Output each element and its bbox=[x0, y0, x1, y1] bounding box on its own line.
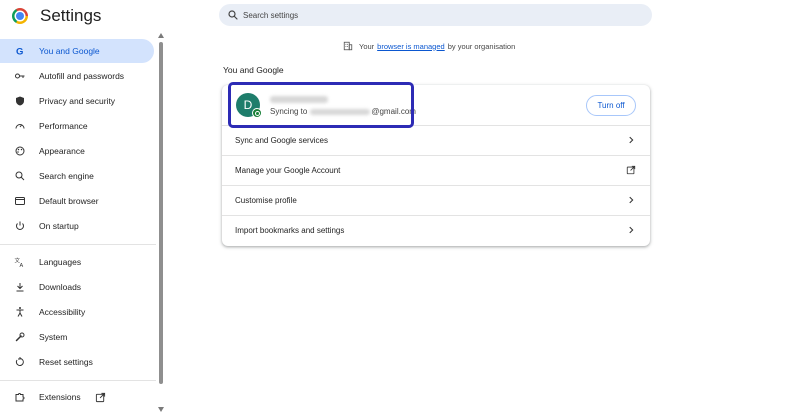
row-import-bookmarks[interactable]: Import bookmarks and settings bbox=[222, 215, 650, 245]
account-row: D Syncing to @gmail.com Turn off bbox=[222, 85, 650, 125]
row-sync-google-services[interactable]: Sync and Google services bbox=[222, 125, 650, 155]
row-manage-google-account[interactable]: Manage your Google Account bbox=[222, 155, 650, 185]
sidebar-item-label: Autofill and passwords bbox=[39, 71, 125, 81]
row-label: Customise profile bbox=[235, 196, 297, 205]
managed-notice: Your browser is managed by your organisa… bbox=[343, 41, 515, 51]
sync-prefix: Syncing to bbox=[270, 107, 308, 116]
sidebar-item-label: Accessibility bbox=[39, 307, 86, 317]
sidebar-item-label: Performance bbox=[39, 121, 88, 131]
row-customise-profile[interactable]: Customise profile bbox=[222, 185, 650, 215]
sidebar-item-default-browser[interactable]: Default browser bbox=[0, 189, 156, 213]
section-title: You and Google bbox=[223, 65, 284, 75]
browser-managed-link[interactable]: browser is managed bbox=[377, 42, 445, 51]
sidebar-item-on-startup[interactable]: On startup bbox=[0, 214, 156, 238]
sidebar-item-extensions[interactable]: Extensions bbox=[0, 385, 156, 409]
scroll-down-arrow-icon[interactable] bbox=[158, 407, 164, 412]
search-bar[interactable] bbox=[219, 4, 652, 26]
sync-badge-icon bbox=[252, 108, 262, 118]
row-label: Sync and Google services bbox=[235, 136, 328, 145]
sidebar-item-downloads[interactable]: Downloads bbox=[0, 275, 156, 299]
chrome-logo-icon bbox=[12, 8, 28, 24]
turn-off-button[interactable]: Turn off bbox=[586, 95, 636, 116]
managed-suffix: by your organisation bbox=[447, 41, 516, 51]
svg-text:G: G bbox=[16, 47, 23, 58]
chevron-right-icon bbox=[626, 195, 636, 205]
svg-text:A: A bbox=[20, 263, 24, 268]
wrench-icon bbox=[14, 331, 26, 343]
sidebar-item-label: On startup bbox=[39, 221, 79, 231]
download-icon bbox=[14, 281, 26, 293]
email-redacted bbox=[310, 108, 371, 115]
you-and-google-card: D Syncing to @gmail.com Turn off Sync an… bbox=[222, 85, 650, 246]
sidebar-item-label: System bbox=[39, 332, 68, 342]
search-icon bbox=[228, 10, 238, 20]
shield-icon bbox=[14, 95, 26, 107]
sidebar-item-search-engine[interactable]: Search engine bbox=[0, 164, 156, 188]
power-icon bbox=[14, 220, 26, 232]
chevron-right-icon bbox=[626, 135, 636, 145]
sidebar-item-label: You and Google bbox=[39, 46, 100, 56]
puzzle-icon bbox=[14, 391, 26, 403]
palette-icon bbox=[14, 145, 26, 157]
row-label: Manage your Google Account bbox=[235, 166, 341, 175]
search-icon bbox=[14, 170, 26, 182]
sync-status: Syncing to @gmail.com bbox=[270, 107, 416, 116]
accessibility-icon bbox=[14, 306, 26, 318]
external-link-icon bbox=[626, 165, 636, 175]
sidebar-item-autofill[interactable]: Autofill and passwords bbox=[0, 64, 156, 88]
scrollbar-thumb[interactable] bbox=[159, 42, 163, 384]
sidebar-item-performance[interactable]: Performance bbox=[0, 114, 156, 138]
sidebar-item-label: Extensions bbox=[39, 392, 81, 402]
sidebar-item-languages[interactable]: 文A Languages bbox=[0, 250, 156, 274]
translate-icon: 文A bbox=[14, 256, 26, 269]
sidebar-item-label: Search engine bbox=[39, 171, 94, 181]
sidebar: G You and Google Autofill and passwords … bbox=[0, 38, 156, 414]
search-input[interactable] bbox=[243, 10, 623, 20]
key-icon bbox=[14, 70, 26, 82]
sidebar-item-label: Appearance bbox=[39, 146, 85, 156]
sidebar-item-appearance[interactable]: Appearance bbox=[0, 139, 156, 163]
sidebar-divider bbox=[0, 244, 156, 245]
sidebar-item-privacy[interactable]: Privacy and security bbox=[0, 89, 156, 113]
scroll-up-arrow-icon[interactable] bbox=[158, 33, 164, 38]
browser-window-icon bbox=[14, 195, 26, 207]
speedometer-icon bbox=[14, 120, 26, 132]
external-link-icon bbox=[95, 392, 106, 403]
sidebar-divider bbox=[0, 380, 156, 381]
sidebar-item-label: Languages bbox=[39, 257, 82, 267]
sidebar-item-label: Reset settings bbox=[39, 357, 93, 367]
sidebar-item-label: Downloads bbox=[39, 282, 82, 292]
sidebar-item-label: Privacy and security bbox=[39, 96, 116, 106]
sidebar-item-accessibility[interactable]: Accessibility bbox=[0, 300, 156, 324]
sidebar-item-system[interactable]: System bbox=[0, 325, 156, 349]
sidebar-item-label: Default browser bbox=[39, 196, 99, 206]
page-title: Settings bbox=[40, 6, 102, 25]
building-icon bbox=[343, 41, 353, 51]
email-domain: @gmail.com bbox=[371, 107, 416, 116]
reset-icon bbox=[14, 356, 26, 368]
sidebar-scrollbar[interactable] bbox=[157, 32, 165, 414]
account-name-redacted bbox=[270, 96, 328, 103]
managed-prefix: Your bbox=[359, 41, 375, 51]
google-g-icon: G bbox=[14, 45, 26, 58]
sidebar-item-you-and-google[interactable]: G You and Google bbox=[0, 39, 154, 63]
chevron-right-icon bbox=[626, 225, 636, 235]
row-label: Import bookmarks and settings bbox=[235, 226, 345, 235]
sidebar-item-reset[interactable]: Reset settings bbox=[0, 350, 156, 374]
